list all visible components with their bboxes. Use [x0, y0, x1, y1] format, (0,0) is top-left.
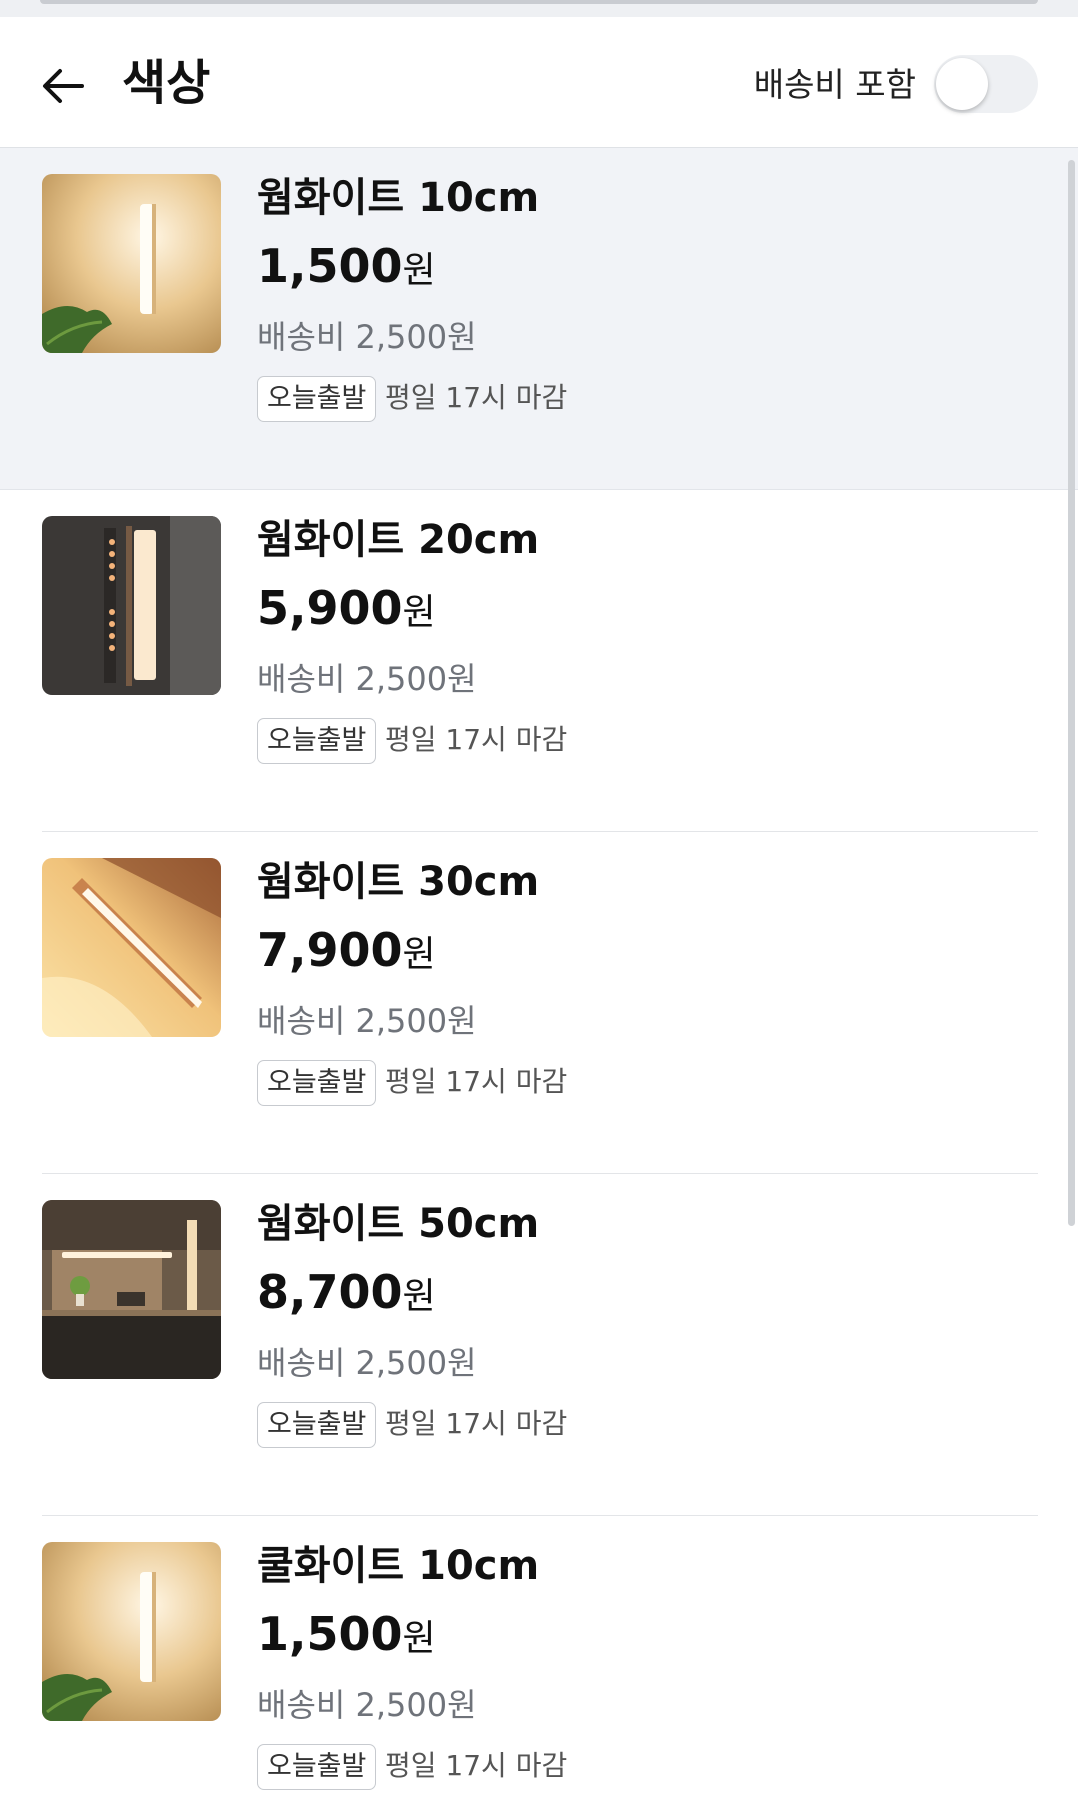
shipping-fee: 배송비 2,500원 [257, 318, 477, 356]
deadline-text: 평일 17시 마감 [385, 1065, 568, 1098]
header: 색상 배송비 포함 [0, 17, 1078, 148]
product-thumbnail [42, 1200, 221, 1379]
price-currency: 원 [402, 250, 436, 291]
option-price: 1,500원 [257, 1604, 436, 1675]
list-item[interactable]: 웜화이트 20cm 5,900원 배송비 2,500원 오늘출발 평일 17시 … [0, 490, 1078, 832]
option-price: 1,500원 [257, 236, 436, 307]
price-value: 1,500 [257, 1607, 403, 1661]
same-day-badge: 오늘출발 [257, 718, 377, 764]
product-thumbnail [42, 1542, 221, 1721]
sheet-handle [40, 0, 1038, 4]
option-price: 5,900원 [257, 578, 436, 649]
option-list: 웜화이트 10cm 1,500원 배송비 2,500원 오늘출발 평일 17시 … [0, 148, 1078, 1795]
deadline-text: 평일 17시 마감 [385, 1749, 568, 1782]
shipping-fee: 배송비 2,500원 [257, 1002, 477, 1040]
product-thumbnail [42, 174, 221, 353]
same-day-badge: 오늘출발 [257, 1060, 377, 1106]
deadline-text: 평일 17시 마감 [385, 723, 568, 756]
option-select-page: 색상 배송비 포함 웜화이트 10cm 1,500원 배송비 2,500원 오늘… [0, 0, 1078, 1795]
deadline-text: 평일 17시 마감 [385, 381, 568, 414]
price-currency: 원 [402, 934, 436, 975]
same-day-badge: 오늘출발 [257, 376, 377, 422]
list-item[interactable]: 웜화이트 10cm 1,500원 배송비 2,500원 오늘출발 평일 17시 … [0, 148, 1078, 490]
price-value: 1,500 [257, 239, 403, 293]
price-currency: 원 [402, 1276, 436, 1317]
price-currency: 원 [402, 1618, 436, 1659]
option-name: 웜화이트 50cm [257, 1201, 540, 1247]
list-item[interactable]: 쿨화이트 10cm 1,500원 배송비 2,500원 오늘출발 평일 17시 … [0, 1516, 1078, 1795]
deadline-text: 평일 17시 마감 [385, 1407, 568, 1440]
option-price: 7,900원 [257, 920, 436, 991]
price-value: 5,900 [257, 581, 403, 635]
list-item[interactable]: 웜화이트 50cm 8,700원 배송비 2,500원 오늘출발 평일 17시 … [0, 1174, 1078, 1516]
price-value: 8,700 [257, 1265, 403, 1319]
shipping-fee: 배송비 2,500원 [257, 1344, 477, 1382]
option-name: 웜화이트 10cm [257, 175, 540, 221]
top-sheet-edge [0, 0, 1078, 17]
option-name: 쿨화이트 10cm [257, 1543, 540, 1589]
list-item[interactable]: 웜화이트 30cm 7,900원 배송비 2,500원 오늘출발 평일 17시 … [0, 832, 1078, 1174]
include-shipping-toggle[interactable] [934, 55, 1038, 113]
include-shipping-label: 배송비 포함 [753, 65, 916, 104]
product-thumbnail [42, 858, 221, 1037]
same-day-badge: 오늘출발 [257, 1744, 377, 1790]
price-currency: 원 [402, 592, 436, 633]
same-day-badge: 오늘출발 [257, 1402, 377, 1448]
product-thumbnail [42, 516, 221, 695]
option-price: 8,700원 [257, 1262, 436, 1333]
price-value: 7,900 [257, 923, 403, 977]
option-name: 웜화이트 20cm [257, 517, 540, 563]
option-name: 웜화이트 30cm [257, 859, 540, 905]
toggle-knob [936, 58, 988, 110]
shipping-fee: 배송비 2,500원 [257, 660, 477, 698]
back-arrow-icon[interactable] [36, 59, 90, 113]
page-title: 색상 [122, 55, 211, 111]
scrollbar[interactable] [1068, 160, 1075, 1226]
shipping-fee: 배송비 2,500원 [257, 1686, 477, 1724]
